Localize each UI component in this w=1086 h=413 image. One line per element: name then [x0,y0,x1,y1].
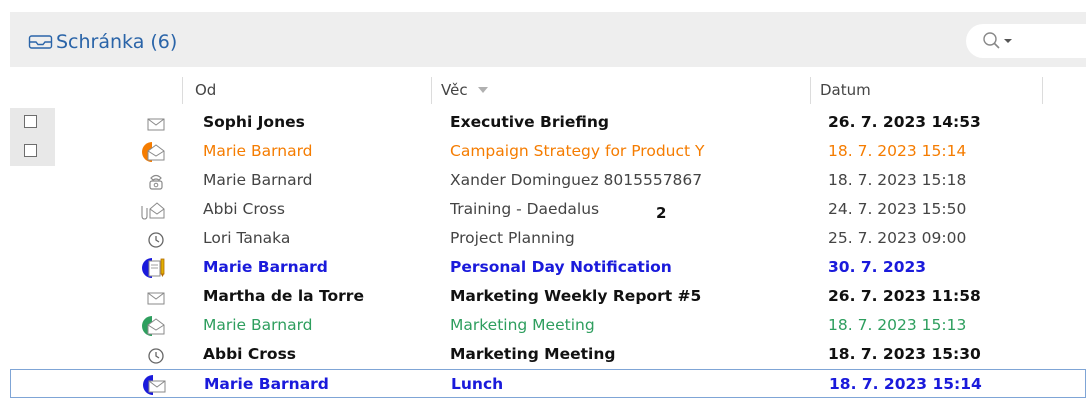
message-sender: Sophi Jones [203,113,305,131]
mailbox-title-text: Schránka (6) [56,31,178,53]
message-row[interactable]: Sophi Jones Executive Briefing 26. 7. 2023… [10,108,1086,137]
phone-icon [134,168,174,194]
message-date: 18. 7. 2023 15:18 [828,171,967,189]
open-envelope-icon [134,139,174,165]
message-date: 25. 7. 2023 09:00 [828,229,967,247]
message-sender: Abbi Cross [203,200,286,218]
message-sender: Lori Tanaka [203,229,291,247]
row-checkbox[interactable] [24,115,37,128]
message-date: 18. 7. 2023 15:14 [828,142,967,160]
clock-icon [134,342,174,368]
mailbox-title[interactable]: Schránka (6) [28,30,177,54]
message-row[interactable]: Abbi Cross Marketing Meeting 18. 7. 2023 1… [10,340,1086,369]
message-subject: Executive Briefing [450,113,609,131]
column-header-bar: Od Věc Datum [10,77,1086,104]
sort-descending-icon [478,87,489,93]
message-row[interactable]: Marie Barnard Campaign Strategy for Produ… [10,137,1086,166]
message-sender: Marie Barnard [203,142,313,160]
column-from[interactable]: Od [185,77,430,104]
search-box[interactable] [966,24,1086,58]
search-icon[interactable] [982,31,1018,51]
message-sender: Marie Barnard [203,171,313,189]
inbox-icon [28,35,53,49]
message-row[interactable]: Marie Barnard Lunch 18. 7. 2023 15:14 [10,369,1086,398]
message-row[interactable]: Marie Barnard Personal Day Notification 30… [10,253,1086,282]
message-row[interactable]: Marie Barnard Marketing Meeting 18. 7. 202… [10,311,1086,340]
message-subject: Campaign Strategy for Product Y [450,142,705,160]
row-select-gutter [10,137,55,166]
row-checkbox[interactable] [24,144,37,157]
message-date: 26. 7. 2023 11:58 [828,287,981,305]
message-sender: Martha de la Torre [203,287,364,305]
column-date[interactable]: Datum [810,77,1040,104]
message-date: 26. 7. 2023 14:53 [828,113,981,131]
note-icon [134,255,174,281]
message-sender: Marie Barnard [203,258,328,276]
message-subject: Training - Daedalus [450,200,600,218]
message-date: 18. 7. 2023 15:13 [828,316,967,334]
message-sender: Abbi Cross [203,345,297,363]
attachment-envelope-icon [134,197,174,223]
message-date: 18. 7. 2023 15:30 [828,345,981,363]
message-subject: Project Planning [450,229,575,247]
column-divider [1042,77,1043,104]
message-subject: Xander Dominguez 8015557867 [450,171,703,189]
message-subject: Lunch [451,375,504,393]
message-date: 24. 7. 2023 15:50 [828,200,967,218]
open-envelope-icon [134,313,174,339]
message-sender: Marie Barnard [204,375,329,393]
count-badge: 2 [656,204,667,222]
message-row[interactable]: Marie Barnard Xander Dominguez 8015557867… [10,166,1086,195]
message-row[interactable]: Lori Tanaka Project Planning 25. 7. 2023 0… [10,224,1086,253]
envelope-icon [135,372,175,398]
column-subject[interactable]: Věc [431,77,811,104]
message-row[interactable]: Martha de la Torre Marketing Weekly Repor… [10,282,1086,311]
message-sender: Marie Barnard [203,316,313,334]
clock-icon [134,226,174,252]
message-subject: Marketing Meeting [450,345,616,363]
envelope-icon [134,284,174,310]
message-row[interactable]: Abbi Cross Training - Daedalus 24. 7. 2023… [10,195,1086,224]
message-subject: Marketing Weekly Report #5 [450,287,702,305]
message-date: 30. 7. 2023 [828,258,927,276]
mailbox-header: Schránka (6) [10,12,1086,67]
row-select-gutter [10,108,55,137]
message-subject: Marketing Meeting [450,316,595,334]
message-subject: Personal Day Notification [450,258,672,276]
column-divider [182,77,183,104]
message-date: 18. 7. 2023 15:14 [829,375,982,393]
envelope-icon [134,110,174,136]
